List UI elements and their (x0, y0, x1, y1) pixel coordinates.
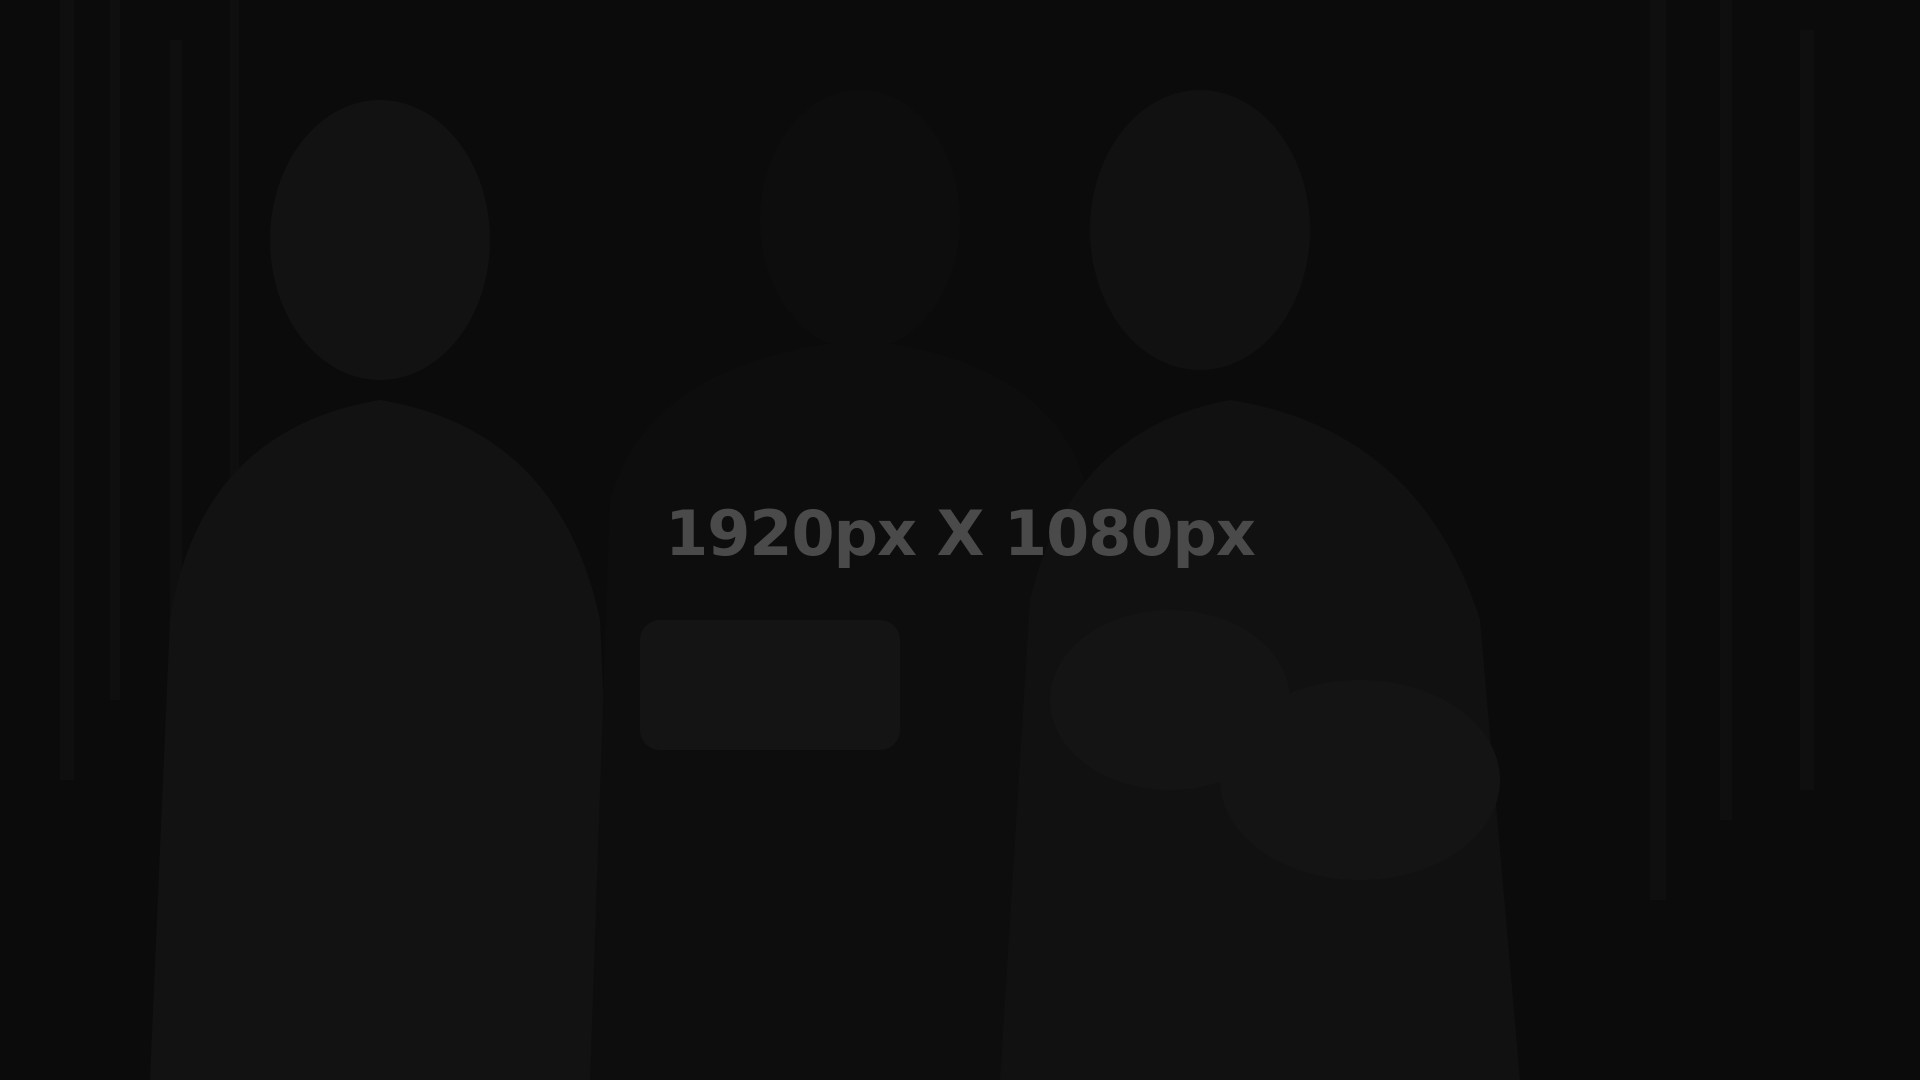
dimension-text: 1920px X 1080px (665, 496, 1256, 570)
placeholder-canvas: 1920px X 1080px (0, 0, 1920, 1080)
